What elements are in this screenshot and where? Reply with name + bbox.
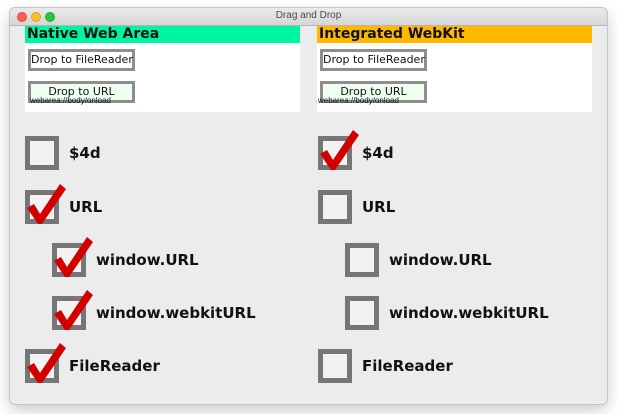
webkit-drop-to-filereader-button[interactable]: Drop to FileReader <box>320 49 427 71</box>
webkit-check-label-4d: $4d <box>362 144 394 162</box>
webkit-checkbox-window-url[interactable] <box>345 243 379 277</box>
native-check-label-window-url: window.URL <box>96 251 199 269</box>
webkit-check-label-filereader: FileReader <box>362 357 453 375</box>
integrated-webkit-header: Integrated WebKit <box>317 26 592 43</box>
checkmark-icon <box>27 343 66 383</box>
native-event-log: webarea://body/onload <box>30 96 111 105</box>
webkit-check-row-url[interactable]: URL <box>318 190 395 224</box>
webkit-check-row-filereader[interactable]: FileReader <box>318 349 453 383</box>
checkmark-icon <box>54 237 93 277</box>
checkmark-icon <box>27 184 66 224</box>
webkit-check-row-window-url[interactable]: window.URL <box>345 243 492 277</box>
native-checkbox-filereader[interactable] <box>25 343 66 383</box>
webkit-checkbox-filereader[interactable] <box>318 349 352 383</box>
native-checkbox-window-webkiturl[interactable] <box>52 290 93 330</box>
checkmark-icon <box>54 290 93 330</box>
app-window: Drag and Drop Native Web Area Drop to Fi… <box>10 8 607 404</box>
checkmark-icon <box>320 130 359 170</box>
native-check-row-window-url[interactable]: window.URL <box>52 237 199 277</box>
native-check-row-4d[interactable]: $4d <box>25 136 101 170</box>
native-drop-to-filereader-button[interactable]: Drop to FileReader <box>28 49 135 71</box>
native-checkbox-window-url[interactable] <box>52 237 93 277</box>
webkit-check-label-window-webkiturl: window.webkitURL <box>389 304 549 322</box>
native-check-row-url[interactable]: URL <box>25 184 103 224</box>
webkit-check-row-window-webkiturl[interactable]: window.webkitURL <box>345 296 549 330</box>
webkit-check-row-4d[interactable]: $4d <box>318 130 394 170</box>
native-check-row-filereader[interactable]: FileReader <box>25 343 160 383</box>
title-bar: Drag and Drop <box>10 8 607 26</box>
webkit-checkbox-4d[interactable] <box>318 130 359 170</box>
native-web-area-header: Native Web Area <box>25 26 300 43</box>
native-checkbox-url[interactable] <box>25 184 66 224</box>
webkit-check-label-url: URL <box>362 198 396 216</box>
native-check-label-4d: $4d <box>69 144 101 162</box>
window-title: Drag and Drop <box>275 10 342 21</box>
webkit-checkbox-window-webkiturl[interactable] <box>345 296 379 330</box>
webkit-check-label-window-url: window.URL <box>389 251 492 269</box>
native-check-row-window-webkiturl[interactable]: window.webkitURL <box>52 290 256 330</box>
webkit-event-log: webarea://body/onload <box>318 96 399 105</box>
native-check-label-filereader: FileReader <box>69 357 160 375</box>
native-check-label-url: URL <box>69 198 103 216</box>
native-checkbox-4d[interactable] <box>25 136 59 170</box>
native-check-label-window-webkiturl: window.webkitURL <box>96 304 256 322</box>
webkit-checkbox-url[interactable] <box>318 190 352 224</box>
